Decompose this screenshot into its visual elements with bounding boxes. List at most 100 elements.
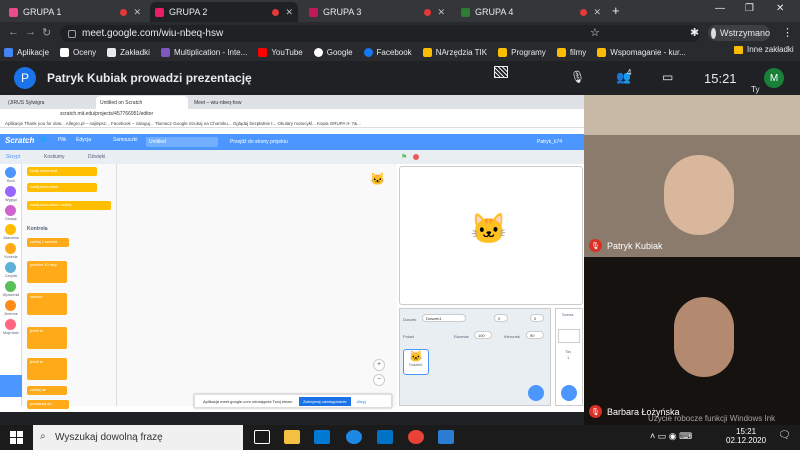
stage-header [397, 150, 584, 164]
bookmark-icon [107, 48, 117, 57]
block: powtarzaj aż [27, 400, 69, 409]
windows-start-icon[interactable] [10, 431, 23, 444]
extensions-icon[interactable]: ✱ [690, 26, 699, 39]
scratch-project-name: Untitled [146, 137, 218, 147]
maximize-button[interactable]: ❐ [745, 3, 754, 14]
block: kiedy komunikat [27, 167, 97, 176]
close-icon[interactable]: ✕ [437, 7, 445, 18]
zoom-in-icon: + [373, 359, 385, 371]
app-icon[interactable] [438, 430, 454, 444]
self-avatar: M [764, 68, 784, 88]
stop-icon [413, 154, 419, 160]
facebook-icon [363, 48, 373, 57]
other-bookmarks[interactable]: Inne zakładki [734, 45, 794, 54]
participant-tile[interactable]: 🎙 Barbara Łożyńska [584, 257, 800, 425]
system-tray-icon[interactable]: ˄ ▭ ◉ ⌨ [650, 431, 692, 442]
layout-grid-icon[interactable] [494, 66, 508, 78]
bookmark-item[interactable]: filmy [556, 48, 586, 57]
sprite-thumbnail: 🐱 Duszek1 [403, 349, 429, 375]
search-icon: ⌕ [40, 431, 46, 442]
close-icon[interactable]: ✕ [133, 7, 141, 18]
new-tab-button[interactable]: + [612, 3, 620, 18]
notifications-icon[interactable]: 🗨 [778, 430, 791, 441]
youtube-icon [258, 48, 268, 57]
bookmark-item[interactable]: Facebook [363, 48, 412, 57]
bookmark-item[interactable]: NArzędzia TIK [422, 48, 487, 57]
folder-icon [556, 48, 566, 57]
shared-tab: Untitled on Scratch [96, 96, 188, 109]
tab-favicon-icon [461, 7, 470, 17]
scratch-logo: Scratch [5, 136, 35, 145]
category-dot-icon [5, 319, 16, 330]
shared-tab: (JIRUS Sylwigra [8, 99, 45, 106]
choose-sprite-button [528, 385, 544, 401]
category-dot-icon [5, 186, 16, 197]
tab-label: GRUPA 1 [23, 7, 62, 17]
shared-address-bar: scratch.mit.edu/projects/457766951/edito… [0, 109, 584, 119]
bookmark-star-icon[interactable]: ☆ [590, 26, 600, 39]
folder-icon [597, 48, 607, 57]
bookmark-item[interactable]: Google [313, 48, 353, 57]
chrome-icon[interactable] [408, 430, 424, 444]
scene-pane: Scena Tła 1 [555, 308, 583, 406]
presenter-avatar: P [14, 67, 36, 89]
forward-icon[interactable]: → [25, 26, 36, 38]
sprite-pane: Duszek Duszek1 0 0 Pokaż Rozmiar 100 Kie… [399, 308, 551, 406]
file-explorer-icon[interactable] [284, 430, 300, 444]
edge-icon[interactable] [346, 430, 362, 444]
scratch-tab-costumes: Kostiumy [44, 154, 65, 160]
mic-off-icon[interactable]: 🎙 [570, 70, 585, 84]
presentation-title: Patryk Kubiak prowadzi prezentację [47, 71, 252, 85]
chat-icon[interactable]: ▭ [662, 70, 673, 84]
block: nadaj komunikat [27, 183, 97, 192]
close-icon[interactable]: ✕ [593, 7, 601, 18]
scratch-workspace: 🐱 + − [117, 164, 397, 406]
taskbar-clock[interactable]: 15:21 02.12.2020 [726, 427, 766, 445]
close-icon[interactable]: ✕ [285, 7, 293, 18]
sprite-x-field: 0 [494, 314, 508, 322]
bookmark-item[interactable]: Zakładki [107, 48, 150, 57]
windows-ink-watermark: Użycie robocze funkcji Windows Ink [648, 414, 776, 423]
bookmark-item[interactable]: Aplikacje [4, 48, 49, 57]
scratch-stage: 🐱 [399, 166, 583, 305]
tab-grupa-3[interactable]: GRUPA 3 ✕ [304, 2, 450, 22]
category-dot-icon [5, 300, 16, 311]
tab-favicon-icon [155, 7, 164, 17]
mail-icon[interactable] [377, 430, 393, 444]
menu-icon[interactable]: ⋮ [782, 26, 793, 39]
back-icon[interactable]: ← [8, 26, 19, 38]
sprite-watermark-icon: 🐱 [370, 172, 385, 186]
bookmark-item[interactable]: Programy [498, 48, 546, 57]
scratch-categories: Ruch Wygląd Dźwięk Zdarzenia Kontrola Cz… [0, 164, 22, 406]
bookmark-item[interactable]: Oceny [60, 48, 96, 57]
participants-count: 4 [627, 68, 632, 77]
backdrop-thumbnail [558, 329, 580, 343]
task-view-icon[interactable] [254, 430, 270, 444]
bookmark-item[interactable]: YouTube [258, 48, 303, 57]
close-window-button[interactable]: ✕ [776, 3, 784, 14]
shared-screen: (JIRUS Sylwigra Untitled on Scratch Meet… [0, 95, 584, 412]
minimize-button[interactable]: — [715, 3, 725, 14]
avatar [711, 27, 716, 39]
shared-bookmarks: Aplikacje Thank you for dow... Allegro.p… [0, 119, 584, 128]
scratch-tab-sounds: Dźwięki [88, 154, 106, 160]
profile-button[interactable]: Wstrzymano [708, 25, 770, 41]
participant-name: 🎙 Patryk Kubiak [589, 239, 663, 252]
tab-grupa-4[interactable]: GRUPA 4 ✕ [456, 2, 606, 22]
folder-icon [422, 48, 432, 57]
tab-grupa-2[interactable]: GRUPA 2 ✕ [150, 2, 298, 22]
tab-grupa-1[interactable]: GRUPA 1 ✕ [4, 2, 146, 22]
address-bar[interactable]: meet.google.com/wiu-nbeq-hsw [60, 25, 700, 42]
bookmark-item[interactable]: Multiplication - Inte... [160, 48, 247, 57]
block: zawsze [27, 293, 67, 315]
block: nadaj komunikat i czekaj [27, 201, 111, 210]
bookmark-item[interactable]: Wspomaganie - kur... [597, 48, 686, 57]
category-dot-icon [5, 243, 16, 254]
recording-dot-icon [580, 8, 588, 16]
reload-icon[interactable]: ↻ [42, 26, 51, 39]
stop-sharing-button: Zatrzymaj udostępnianie [298, 396, 351, 406]
grades-icon [60, 48, 70, 57]
taskbar-search[interactable]: ⌕ Wyszukaj dowolną frazę [33, 425, 243, 450]
participant-tile[interactable]: 🎙 Patryk Kubiak [584, 95, 800, 257]
store-icon[interactable] [314, 430, 330, 444]
